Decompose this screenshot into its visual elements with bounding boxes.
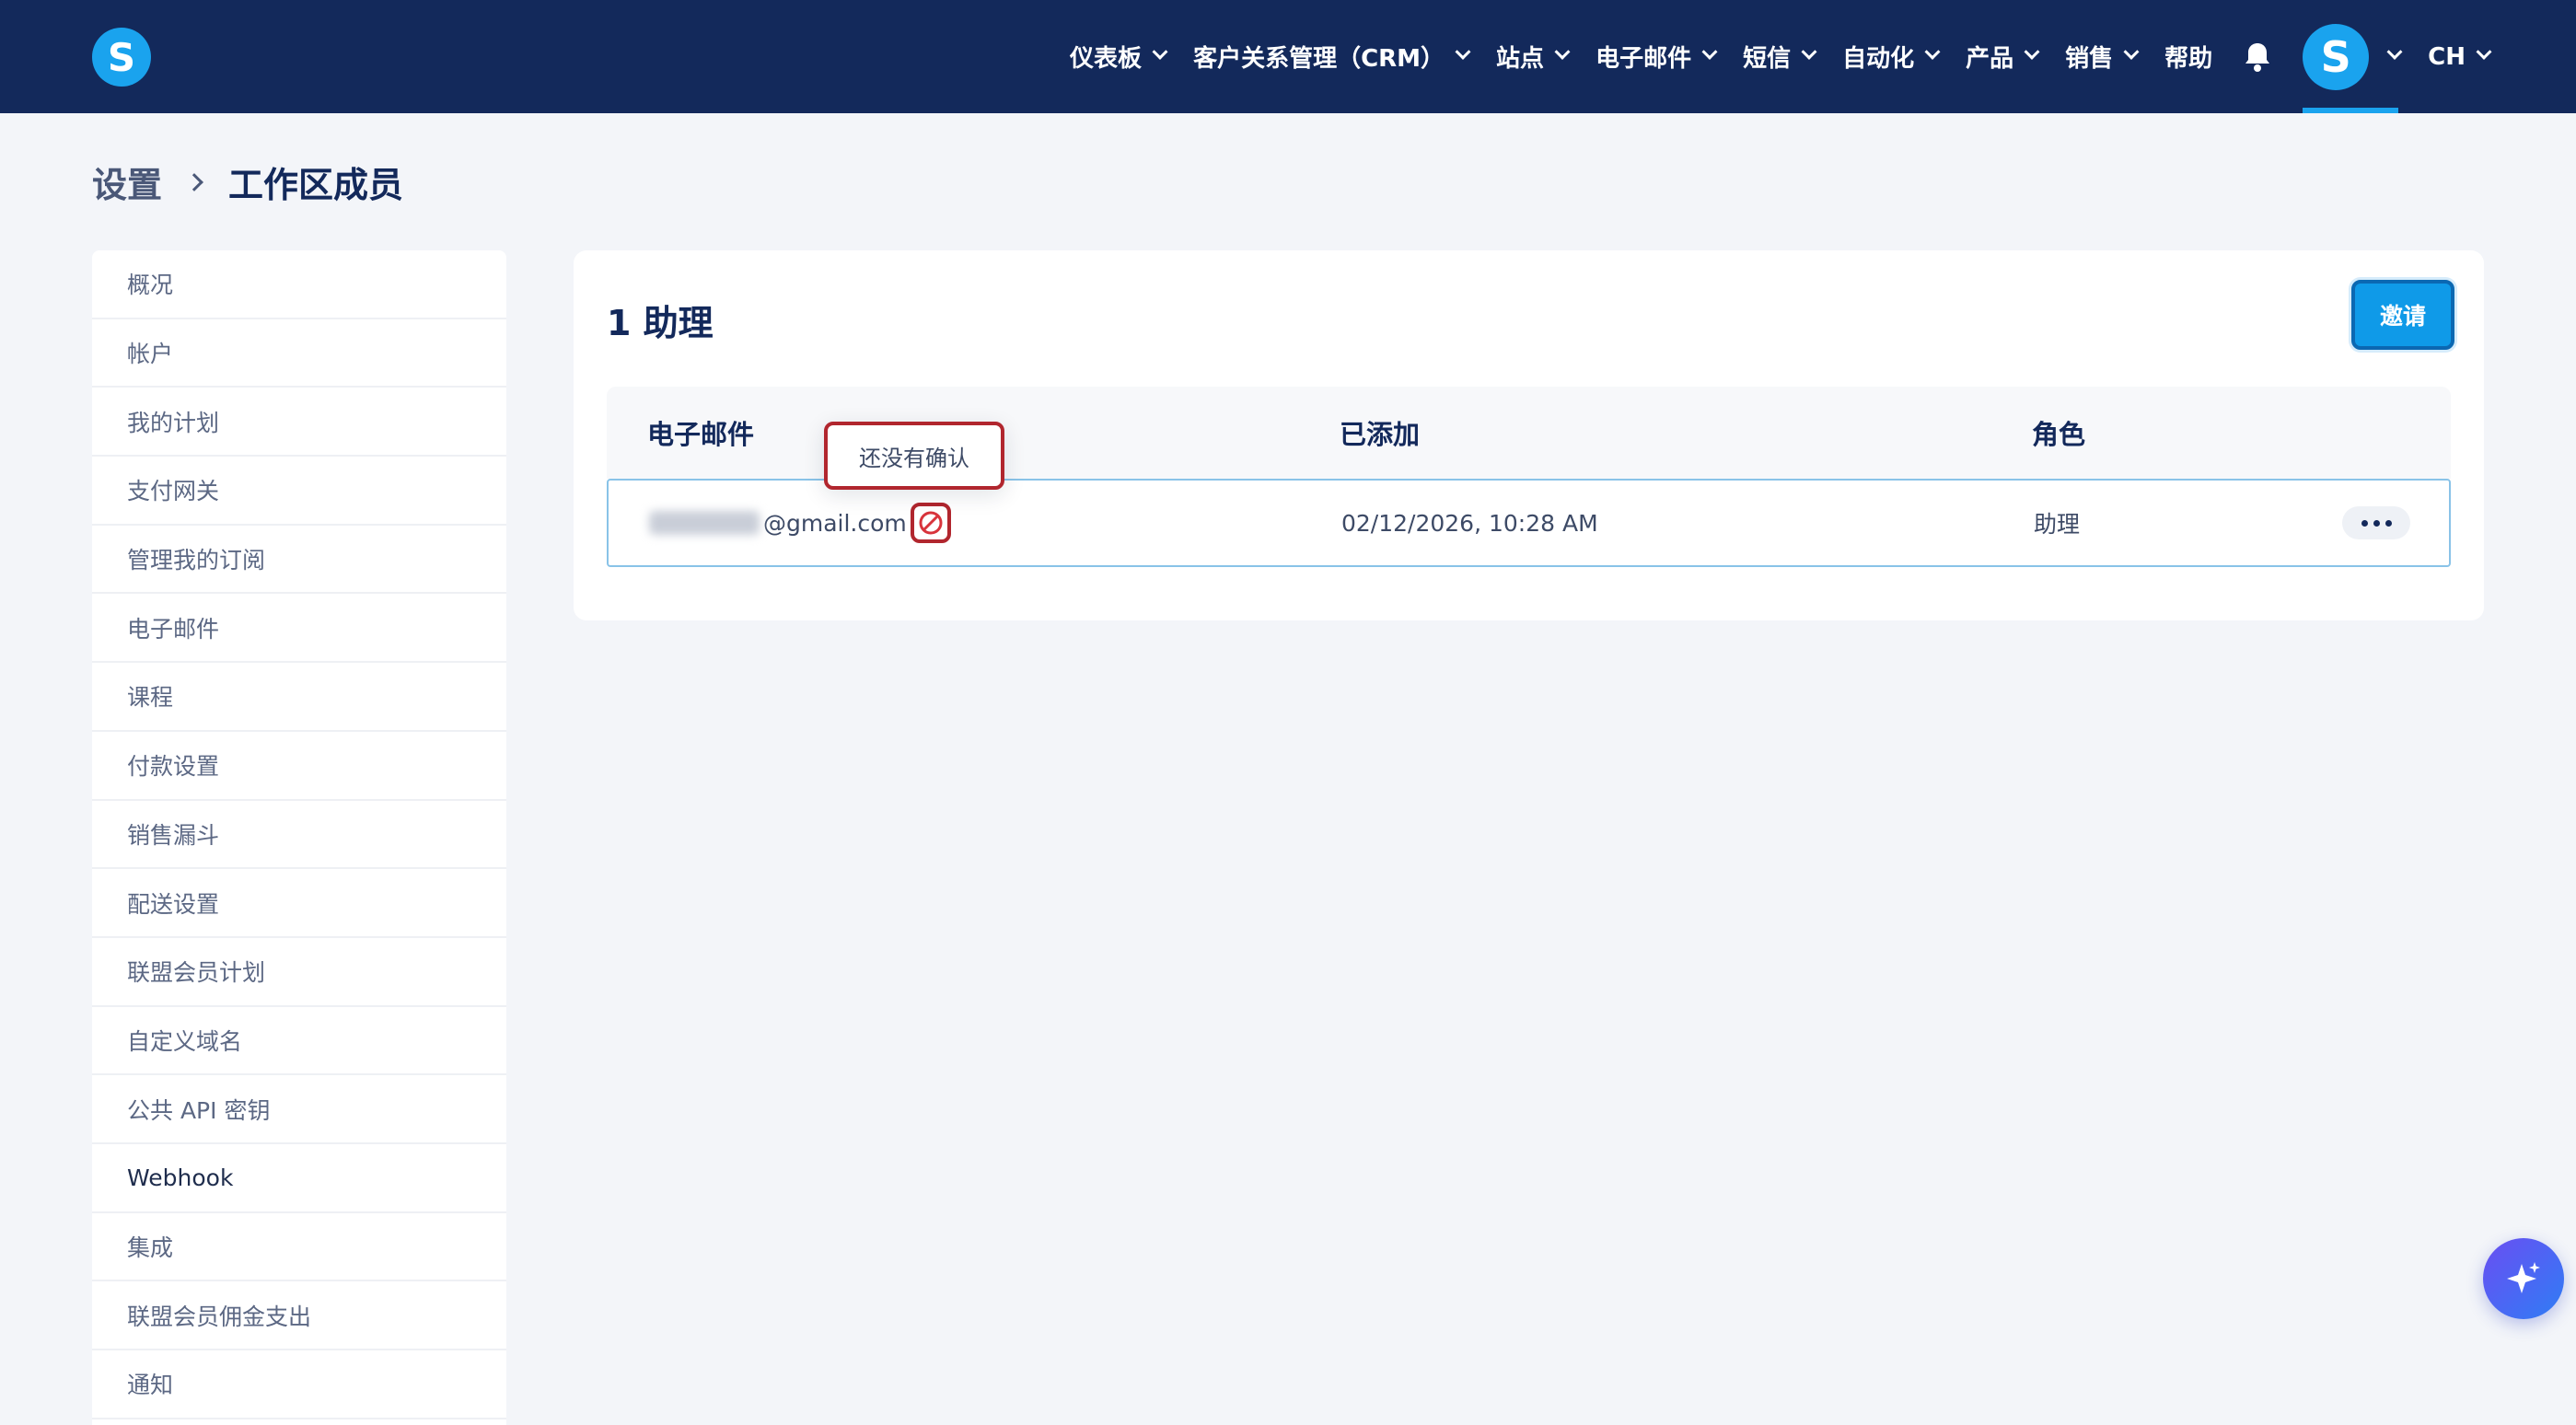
ban-icon[interactable] bbox=[910, 503, 951, 543]
column-header-email: 电子邮件 bbox=[647, 419, 755, 450]
sidebar-item-custom-domain[interactable]: 自定义域名 bbox=[92, 1007, 506, 1076]
nav-dashboard[interactable]: 仪表板 bbox=[1070, 40, 1168, 74]
nav-label: 站点 bbox=[1496, 45, 1545, 73]
avatar: S bbox=[2303, 23, 2370, 90]
sidebar-item-payment-gateway[interactable]: 支付网关 bbox=[92, 457, 506, 526]
chevron-down-icon bbox=[1455, 43, 1471, 60]
sidebar-item-api-keys[interactable]: 公共 API 密钥 bbox=[92, 1075, 506, 1144]
nav-sales[interactable]: 销售 bbox=[2065, 40, 2140, 74]
nav-label: 短信 bbox=[1743, 45, 1792, 73]
chevron-down-icon bbox=[2386, 43, 2403, 60]
sidebar-item-notifications[interactable]: 通知 bbox=[92, 1350, 506, 1419]
chevron-down-icon bbox=[1152, 43, 1168, 60]
nav-email[interactable]: 电子邮件 bbox=[1595, 40, 1718, 74]
nav-label: 电子邮件 bbox=[1595, 45, 1692, 73]
chevron-down-icon bbox=[2123, 43, 2140, 60]
active-indicator bbox=[2303, 108, 2399, 113]
user-menu[interactable]: S bbox=[2303, 0, 2403, 113]
more-dot-icon bbox=[2373, 519, 2380, 527]
chevron-down-icon bbox=[1554, 43, 1571, 60]
sidebar-item-affiliate-payouts[interactable]: 联盟会员佣金支出 bbox=[92, 1281, 506, 1350]
nav-sites[interactable]: 站点 bbox=[1496, 40, 1571, 74]
chevron-right-icon bbox=[185, 172, 203, 191]
chevron-down-icon bbox=[1701, 43, 1718, 60]
sidebar-item-webhook[interactable]: Webhook bbox=[92, 1144, 506, 1213]
sidebar-item-shipping[interactable]: 配送设置 bbox=[92, 869, 506, 938]
sidebar-item-email[interactable]: 电子邮件 bbox=[92, 594, 506, 664]
column-header-role: 角色 bbox=[2032, 419, 2086, 450]
breadcrumb-settings[interactable]: 设置 bbox=[92, 156, 162, 207]
ai-assistant-button[interactable] bbox=[2483, 1238, 2564, 1319]
nav-label: 产品 bbox=[1966, 45, 2014, 73]
nav-products[interactable]: 产品 bbox=[1966, 40, 2040, 74]
invite-button[interactable]: 邀请 bbox=[2351, 280, 2454, 350]
sidebar-item-funnels[interactable]: 销售漏斗 bbox=[92, 801, 506, 870]
sidebar-item-integrations[interactable]: 集成 bbox=[92, 1213, 506, 1282]
redacted-email-name bbox=[649, 511, 760, 535]
breadcrumb: 设置 工作区成员 bbox=[92, 156, 403, 207]
nav-label: 仪表板 bbox=[1070, 45, 1143, 73]
role-cell: 助理 bbox=[2034, 511, 2081, 538]
app-logo[interactable]: S bbox=[92, 28, 151, 87]
sidebar-item-subscriptions[interactable]: 管理我的订阅 bbox=[92, 526, 506, 595]
nav-help[interactable]: 帮助 bbox=[2164, 40, 2212, 74]
bell-icon[interactable] bbox=[2244, 41, 2271, 73]
chevron-down-icon bbox=[1801, 43, 1817, 60]
chevron-down-icon bbox=[2024, 43, 2040, 60]
sidebar-item-courses[interactable]: 课程 bbox=[92, 663, 506, 732]
table-row: @gmail.com 02/12/2026, 10:28 AM 助理 bbox=[607, 479, 2451, 567]
sidebar-item-affiliate-program[interactable]: 联盟会员计划 bbox=[92, 938, 506, 1007]
sidebar-item-overview[interactable]: 概况 bbox=[92, 250, 506, 319]
top-navbar: S 仪表板 客户关系管理（CRM） 站点 电子邮件 短信 自动化 产品 销售 帮… bbox=[0, 0, 2576, 113]
email-domain: @gmail.com bbox=[763, 509, 907, 537]
column-header-added: 已添加 bbox=[1340, 419, 1421, 450]
main-nav: 仪表板 客户关系管理（CRM） 站点 电子邮件 短信 自动化 产品 销售 帮助 … bbox=[1042, 0, 2492, 113]
sidebar-item-account[interactable]: 帐户 bbox=[92, 319, 506, 388]
more-dot-icon bbox=[2361, 519, 2368, 527]
chevron-down-icon bbox=[1924, 43, 1941, 60]
nav-sms[interactable]: 短信 bbox=[1743, 40, 1817, 74]
settings-sidebar: 概况 帐户 我的计划 支付网关 管理我的订阅 电子邮件 课程 付款设置 销售漏斗… bbox=[92, 250, 506, 1425]
sparkle-icon bbox=[2507, 1262, 2540, 1293]
nav-automation[interactable]: 自动化 bbox=[1842, 40, 1941, 74]
language-label: CH bbox=[2428, 42, 2466, 71]
added-cell: 02/12/2026, 10:28 AM bbox=[1341, 509, 1598, 537]
row-actions-button[interactable] bbox=[2342, 506, 2410, 539]
sidebar-item-my-plan[interactable]: 我的计划 bbox=[92, 388, 506, 458]
language-selector[interactable]: CH bbox=[2428, 42, 2492, 71]
nav-label: 销售 bbox=[2065, 45, 2114, 73]
members-count-title: 1 助理 bbox=[607, 303, 714, 343]
sidebar-item-payment-settings[interactable]: 付款设置 bbox=[92, 732, 506, 801]
nav-label: 客户关系管理（CRM） bbox=[1193, 45, 1445, 73]
email-cell: @gmail.com bbox=[649, 481, 951, 565]
chevron-down-icon bbox=[2476, 43, 2492, 60]
nav-crm[interactable]: 客户关系管理（CRM） bbox=[1193, 40, 1471, 74]
unconfirmed-tooltip: 还没有确认 bbox=[824, 422, 1004, 490]
nav-label: 自动化 bbox=[1842, 45, 1915, 73]
page-title: 工作区成员 bbox=[228, 165, 404, 205]
nav-label: 帮助 bbox=[2164, 45, 2213, 73]
more-dot-icon bbox=[2385, 519, 2392, 527]
